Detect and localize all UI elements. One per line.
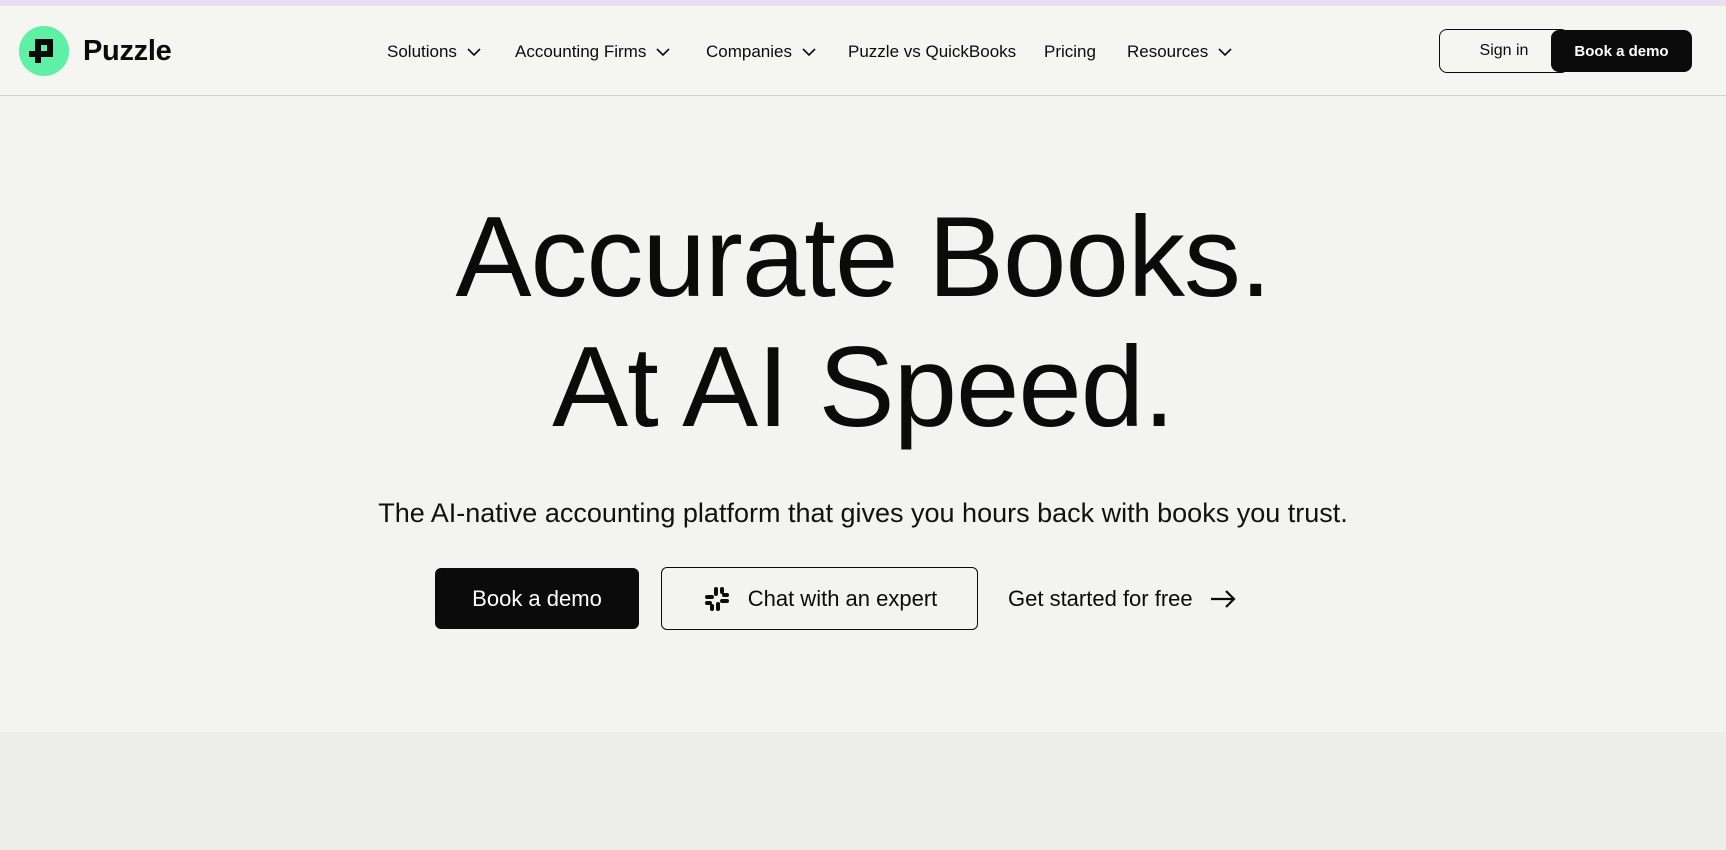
nav-item-label: Companies — [706, 42, 792, 61]
nav-item-solutions[interactable]: Solutions — [387, 39, 482, 65]
chevron-down-icon — [467, 48, 481, 57]
get-started-free-label: Get started for free — [1008, 586, 1193, 611]
nav-item-companies[interactable]: Companies — [706, 39, 817, 65]
chevron-down-icon — [802, 48, 816, 57]
nav-item-pricing[interactable]: Pricing — [1044, 39, 1096, 65]
nav-item-label: Resources — [1127, 42, 1209, 61]
hero-headline-line-1: Accurate Books. — [455, 194, 1271, 321]
arrow-right-icon — [1210, 590, 1236, 608]
get-started-free-link[interactable]: Get started for free — [1008, 582, 1237, 616]
hero-headline-line-2: At AI Speed. — [552, 324, 1175, 451]
chat-with-expert-label: Chat with an expert — [747, 585, 938, 611]
nav-item-label: Puzzle vs QuickBooks — [848, 42, 1017, 61]
chevron-down-icon — [656, 48, 670, 57]
next-section-preview — [0, 732, 1726, 850]
nav-item-label: Solutions — [387, 42, 457, 61]
book-demo-button[interactable]: Book a demo — [435, 568, 639, 629]
book-demo-nav-button[interactable]: Book a demo — [1551, 30, 1692, 72]
chat-with-expert-button[interactable]: Chat with an expert — [661, 567, 978, 630]
hero-subtitle: The AI-native accounting platform that g… — [378, 498, 1348, 528]
nav-item-label: Pricing — [1044, 42, 1096, 61]
chevron-down-icon — [1218, 48, 1232, 57]
slack-icon — [704, 586, 729, 611]
nav-item-accounting-firms[interactable]: Accounting Firms — [515, 39, 671, 65]
nav-item-resources[interactable]: Resources — [1127, 39, 1233, 65]
sign-in-button[interactable]: Sign in — [1439, 29, 1569, 73]
nav-item-puzzle-vs-quickbooks[interactable]: Puzzle vs QuickBooks — [848, 39, 1016, 65]
nav-item-label: Accounting Firms — [515, 42, 647, 61]
top-navigation: Puzzle Solutions Accounting Firms Compan… — [0, 6, 1726, 96]
